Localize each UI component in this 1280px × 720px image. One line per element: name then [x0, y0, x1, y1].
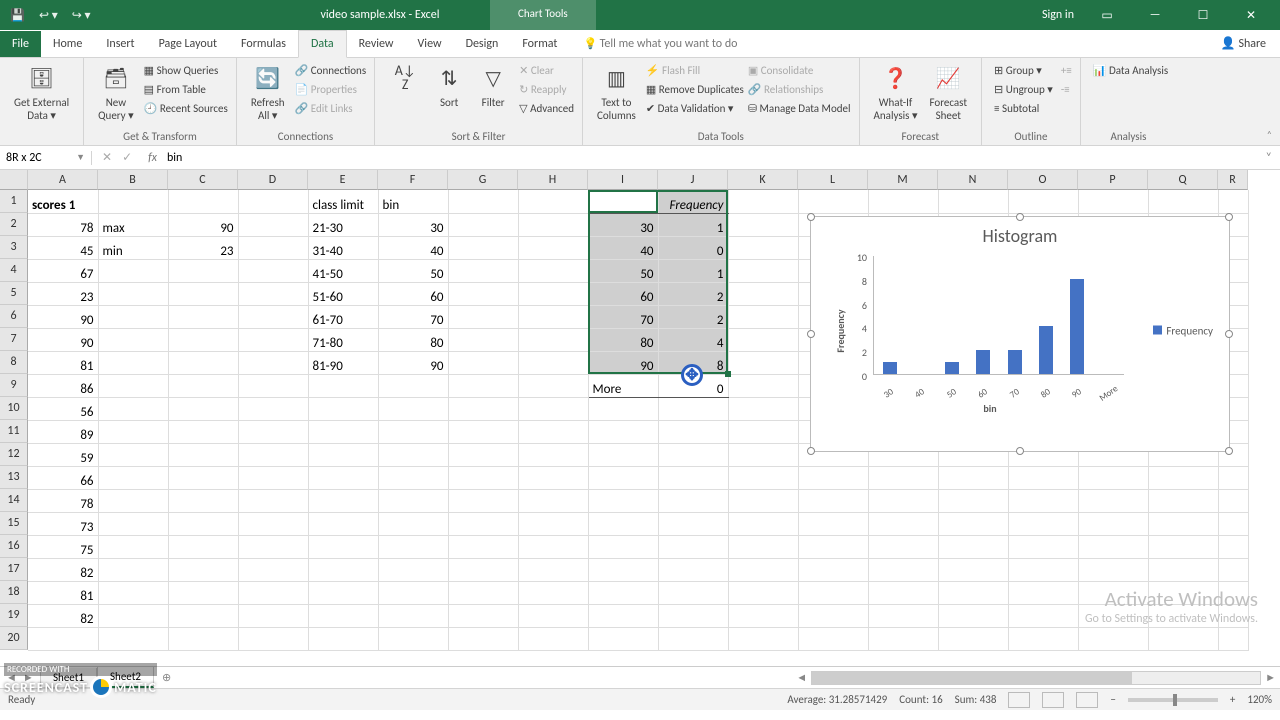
sheet-tab-2[interactable]: Sheet2 [97, 667, 154, 688]
sort-az-button[interactable]: A↓Z [383, 62, 427, 94]
ribbon-opts-icon[interactable]: ▭ [1092, 8, 1122, 23]
group-button[interactable]: ⊞ Group ▾ [994, 62, 1053, 80]
consolidate-button: ▣ Consolidate [748, 62, 851, 80]
group-get-transform: Get & Transform [92, 128, 228, 143]
tab-review[interactable]: Review [347, 31, 406, 57]
chart-tools-tab: Chart Tools [490, 0, 596, 30]
column-headers[interactable]: ABCDEFGHIJKLMNOPQR [28, 170, 1248, 190]
tab-view[interactable]: View [406, 31, 454, 57]
sheet-prev-icon[interactable]: ◄ [6, 671, 17, 684]
chart-title[interactable]: Histogram [811, 217, 1229, 247]
ungroup-button[interactable]: ⊟ Ungroup ▾ [994, 81, 1053, 99]
advanced-button[interactable]: ▽ Advanced [519, 100, 574, 118]
share-button[interactable]: 👤 Share [1207, 30, 1280, 57]
tab-format[interactable]: Format [510, 31, 569, 57]
close-icon[interactable]: ✕ [1236, 8, 1266, 23]
view-page-layout-icon[interactable] [1042, 692, 1064, 708]
tab-page-layout[interactable]: Page Layout [147, 31, 229, 57]
collapse-ribbon-icon[interactable]: ˄ [1267, 128, 1272, 141]
tell-me-input[interactable]: Tell me what you want to do [569, 31, 751, 57]
minimize-icon[interactable]: — [1140, 8, 1170, 22]
zoom-level[interactable]: 120% [1247, 693, 1272, 706]
ribbon-tabs: File Home Insert Page Layout Formulas Da… [0, 30, 1280, 58]
chart-object[interactable]: Histogram Frequency 1086420 304050607080… [810, 216, 1230, 452]
status-sum: Sum: 438 [955, 693, 997, 706]
fx-icon[interactable]: fx [142, 151, 163, 165]
titlebar: 💾 ↩ ▾ ↪ ▾ video sample.xlsx - Excel Char… [0, 0, 1280, 30]
text-to-columns-button[interactable]: ▥Text to Columns [591, 62, 642, 122]
reapply-button: ↻ Reapply [519, 81, 574, 99]
tab-home[interactable]: Home [41, 31, 94, 57]
chart-plot-area[interactable] [873, 256, 1124, 375]
cancel-formula-icon: ✕ [102, 150, 112, 165]
select-all-corner[interactable] [0, 170, 28, 190]
group-connections: Connections [245, 128, 366, 143]
subtotal-button[interactable]: ≡ Subtotal [994, 100, 1053, 118]
redo-icon[interactable]: ↪ ▾ [72, 8, 91, 23]
undo-icon[interactable]: ↩ ▾ [39, 8, 58, 23]
group-analysis: Analysis [1089, 128, 1168, 143]
show-queries-button[interactable]: ▦ Show Queries [144, 62, 228, 80]
zoom-out-icon[interactable]: − [1110, 693, 1115, 706]
edit-links-button: 🔗 Edit Links [295, 100, 367, 118]
chart-y-label: Frequency [834, 309, 847, 352]
zoom-slider[interactable] [1128, 698, 1218, 702]
chart-y-ticks: 1086420 [849, 251, 867, 394]
sheet-tab-1[interactable]: Sheet1 [40, 668, 97, 688]
status-mode: Ready [8, 693, 35, 706]
formula-bar: 8R x 2C▼ ✕ ✓ fx bin ˅ [0, 146, 1280, 170]
zoom-in-icon[interactable]: + [1230, 693, 1235, 706]
new-sheet-button[interactable]: ⊕ [154, 668, 179, 687]
name-box[interactable]: 8R x 2C▼ [0, 151, 92, 165]
get-external-data-button[interactable]: 🗄Get External Data ▾ [8, 62, 75, 122]
clear-button: ✕ Clear [519, 62, 574, 80]
relationships-button: 🔗 Relationships [748, 81, 851, 99]
worksheet-grid[interactable]: ABCDEFGHIJKLMNOPQR 123456789101112131415… [0, 170, 1280, 666]
view-page-break-icon[interactable] [1076, 692, 1098, 708]
properties-button: 📄 Properties [295, 81, 367, 99]
status-count: Count: 16 [899, 693, 942, 706]
recent-sources-button[interactable]: 🕘 Recent Sources [144, 100, 228, 118]
expand-formula-icon[interactable]: ˅ [1258, 151, 1280, 165]
formula-input[interactable]: bin [163, 151, 1258, 165]
sheet-tabs: ◄► Sheet1 Sheet2 ⊕ ◄► [0, 666, 1280, 688]
maximize-icon[interactable]: ☐ [1188, 8, 1218, 23]
group-outline: Outline [990, 128, 1072, 143]
status-average: Average: 31.28571429 [787, 693, 887, 706]
hscrollbar[interactable]: ◄► [792, 671, 1280, 685]
enter-formula-icon: ✓ [122, 150, 132, 165]
what-if-button[interactable]: ❓What-If Analysis ▾ [868, 62, 924, 122]
flash-fill-button: ⚡ Flash Fill [646, 62, 744, 80]
from-table-button[interactable]: ▤ From Table [144, 81, 228, 99]
sort-button[interactable]: ⇅Sort [427, 62, 471, 109]
remove-duplicates-button[interactable]: ▦ Remove Duplicates [646, 81, 744, 99]
group-forecast: Forecast [868, 128, 974, 143]
refresh-all-button[interactable]: 🔄Refresh All ▾ [245, 62, 291, 122]
manage-data-model-button[interactable]: ⛁ Manage Data Model [748, 100, 851, 118]
connections-button[interactable]: 🔗 Connections [295, 62, 367, 80]
tab-design[interactable]: Design [454, 31, 511, 57]
group-data-tools: Data Tools [591, 128, 851, 143]
new-query-button[interactable]: 🗃New Query ▾ [92, 62, 140, 122]
chart-legend[interactable]: Frequency [1153, 325, 1213, 338]
tab-insert[interactable]: Insert [94, 31, 146, 57]
signin-link[interactable]: Sign in [1042, 8, 1074, 22]
filter-button[interactable]: ▽Filter [471, 62, 515, 109]
sheet-next-icon[interactable]: ► [23, 671, 34, 684]
row-headers[interactable]: 1234567891011121314151617181920 [0, 190, 28, 650]
chart-x-ticks: 30405060708090More [873, 388, 1124, 399]
data-validation-button[interactable]: ✔ Data Validation ▾ [646, 100, 744, 118]
group-sort-filter: Sort & Filter [383, 128, 574, 143]
save-icon[interactable]: 💾 [10, 8, 25, 23]
status-bar: Ready Average: 31.28571429 Count: 16 Sum… [0, 688, 1280, 710]
tab-formulas[interactable]: Formulas [229, 31, 298, 57]
tab-file[interactable]: File [0, 31, 41, 57]
view-normal-icon[interactable] [1008, 692, 1030, 708]
tab-data[interactable]: Data [298, 30, 347, 58]
data-analysis-button[interactable]: 📊 Data Analysis [1093, 62, 1168, 80]
chart-x-label: bin [841, 402, 1139, 415]
ribbon: 🗄Get External Data ▾ 🗃New Query ▾ ▦ Show… [0, 58, 1280, 146]
forecast-sheet-button[interactable]: 📈Forecast Sheet [923, 62, 973, 122]
